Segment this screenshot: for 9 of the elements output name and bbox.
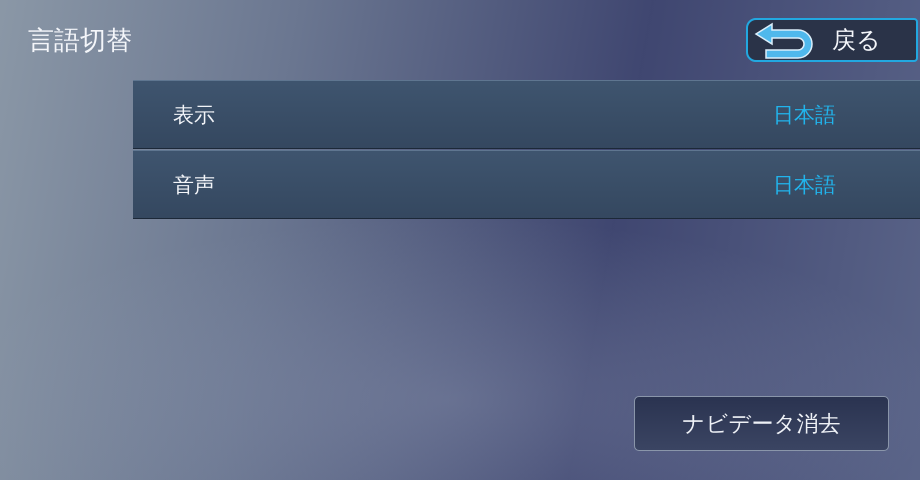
setting-row[interactable]: 音声 日本語 <box>133 150 920 219</box>
screen-title: 言語切替 <box>28 24 132 58</box>
setting-row[interactable]: 表示 日本語 <box>133 80 920 149</box>
setting-label: 音声 <box>173 172 215 198</box>
setting-value: 日本語 <box>773 172 836 198</box>
setting-label: 表示 <box>173 102 215 128</box>
back-button[interactable]: 戻る <box>746 18 918 62</box>
setting-value: 日本語 <box>773 102 836 128</box>
clear-data-button[interactable]: ナビデータ消去 <box>634 396 889 451</box>
